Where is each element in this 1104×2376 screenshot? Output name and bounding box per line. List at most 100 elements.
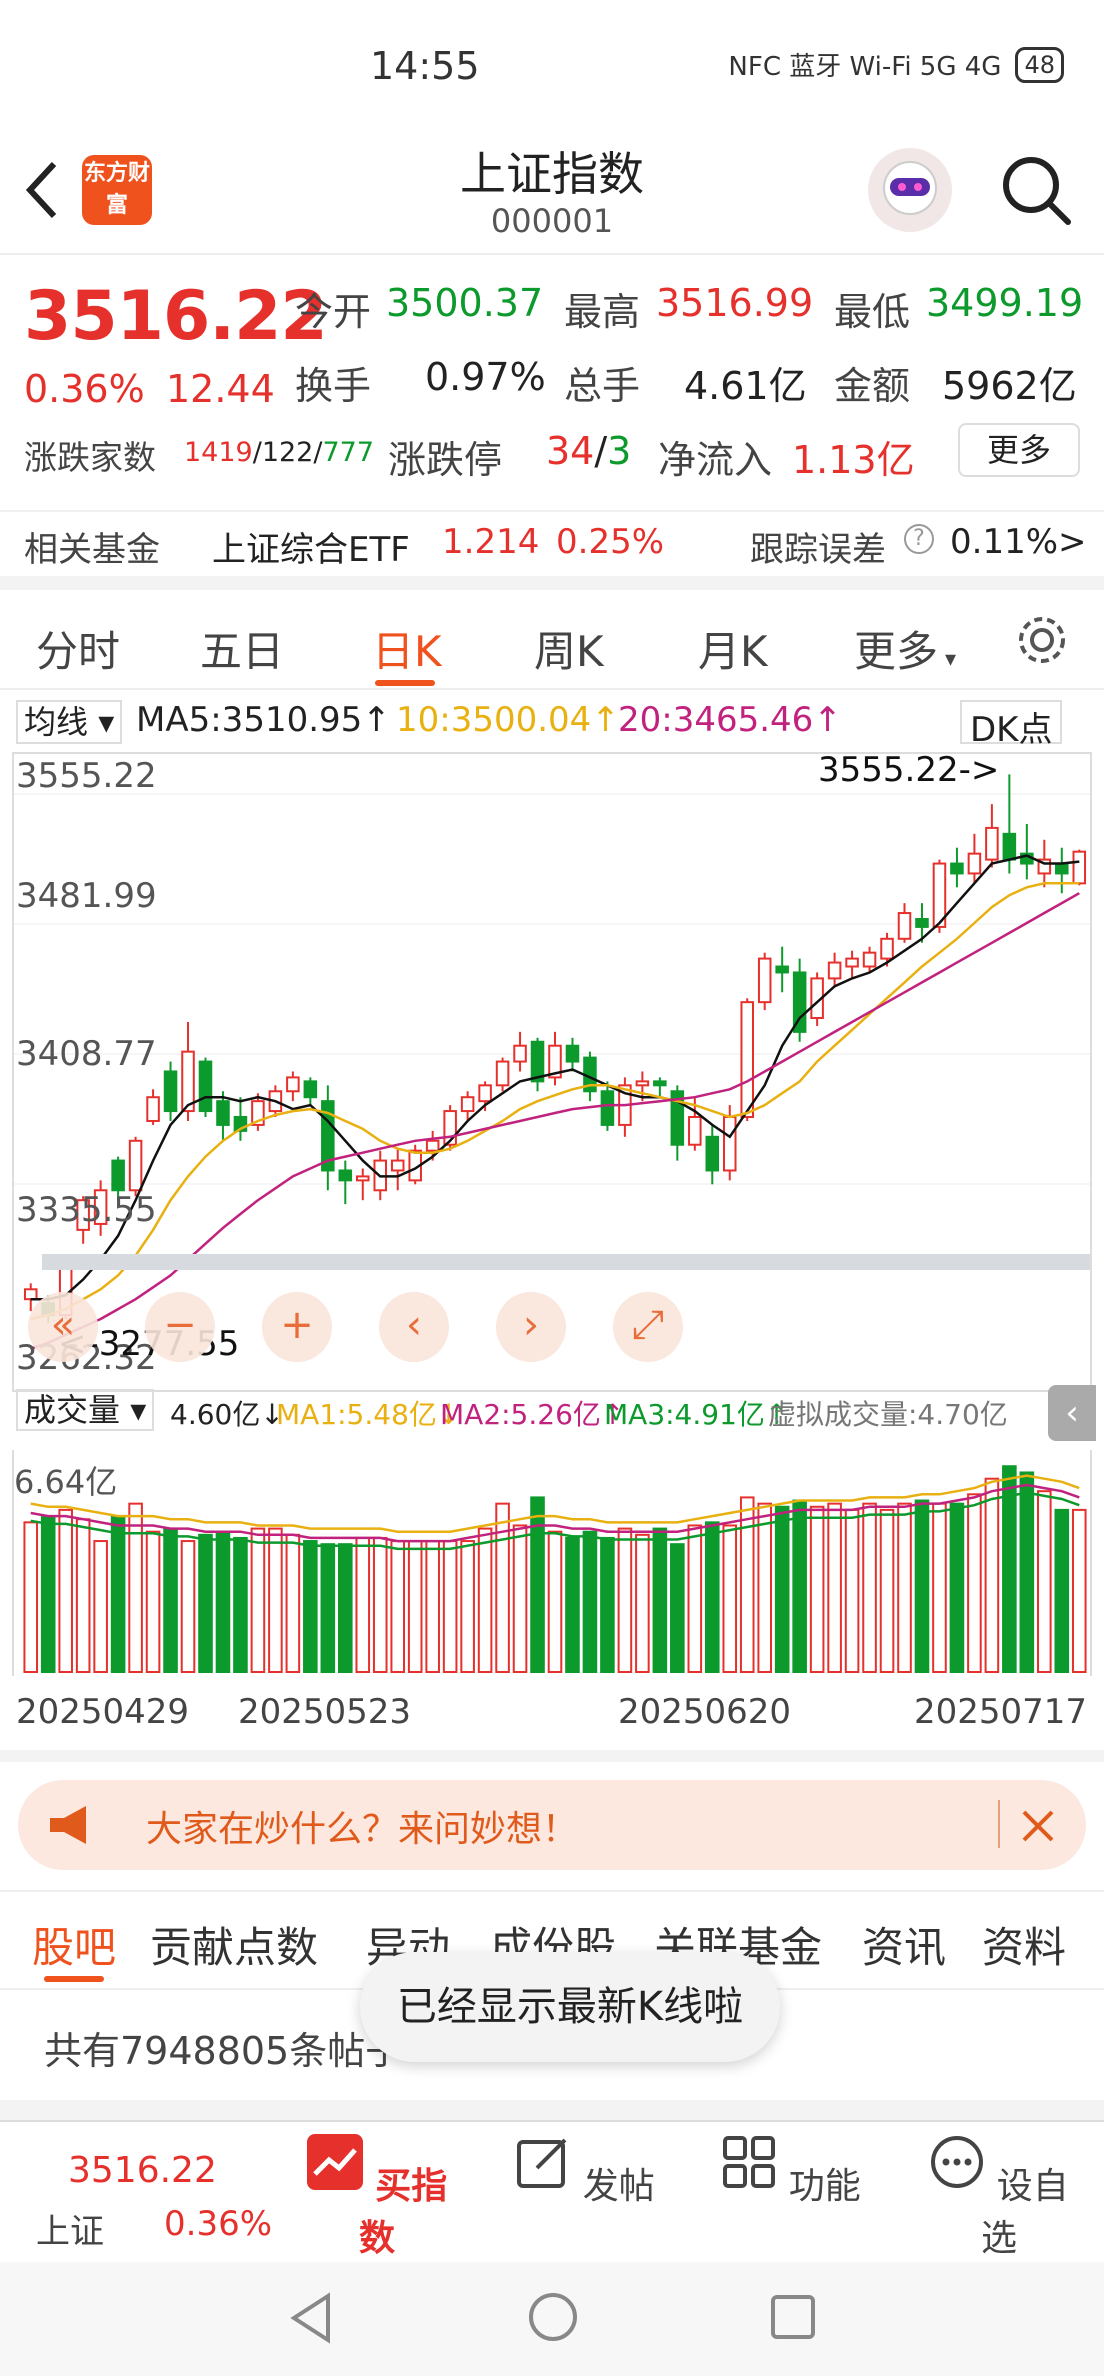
tab-daily-k[interactable]: 日K — [372, 618, 442, 679]
nav-home-icon[interactable] — [526, 2290, 580, 2344]
candle-body — [478, 1084, 492, 1103]
system-icons: NFC 蓝牙 Wi-Fi 5G 4G — [728, 52, 1002, 82]
zoom-in-icon[interactable]: + — [262, 1292, 332, 1362]
volume-bar — [163, 1527, 178, 1673]
back-icon[interactable]: « — [28, 1292, 98, 1362]
volume-bar — [215, 1530, 231, 1673]
tab-weekly-k[interactable]: 周K — [534, 618, 604, 679]
settings-gear-icon[interactable] — [1014, 612, 1070, 668]
tab-news[interactable]: 资讯 — [862, 1914, 946, 1975]
candle-body — [635, 1080, 650, 1087]
buy-index-button[interactable]: 买指数 — [302, 2134, 452, 2261]
volume-chart[interactable] — [12, 1450, 1092, 1676]
volume-bar — [704, 1521, 720, 1674]
open-value: 3500.37 — [386, 281, 544, 325]
pan-left-icon[interactable]: ‹ — [379, 1292, 449, 1362]
collapse-panel-icon[interactable]: ‹ — [1048, 1385, 1096, 1441]
inflow-value: 1.13亿 — [792, 438, 915, 482]
volume-bar — [547, 1530, 563, 1673]
nav-back-icon[interactable] — [286, 2290, 336, 2346]
close-icon[interactable] — [1018, 1806, 1058, 1846]
candle-body — [757, 957, 772, 1004]
pan-right-icon[interactable]: › — [496, 1292, 566, 1362]
amount-value: 5962亿 — [942, 364, 1077, 408]
toolbar-name: 上证 — [36, 2212, 104, 2252]
ma-select-label: 均线 — [24, 703, 89, 741]
scroll-bar[interactable] — [42, 1254, 1090, 1270]
candle-body — [600, 1090, 615, 1126]
candle-body — [740, 1001, 754, 1119]
candle-body — [565, 1044, 580, 1063]
volume-bar — [530, 1496, 545, 1674]
volume-select[interactable]: 成交量 ▾ — [16, 1389, 155, 1431]
tracking-error-value: 0.11% — [950, 522, 1059, 562]
post-button[interactable]: 发帖 — [510, 2134, 660, 2209]
candle-body — [880, 937, 894, 960]
help-icon[interactable]: ? — [904, 524, 934, 554]
more-button[interactable]: 更多 — [958, 423, 1080, 477]
change-percent: 0.36% — [24, 367, 145, 411]
tab-more-label: 更多 — [854, 627, 939, 676]
volume-bar — [617, 1527, 633, 1673]
volume-bar — [180, 1540, 196, 1673]
assistant-robot-icon[interactable] — [868, 148, 952, 232]
tab-profile[interactable]: 资料 — [982, 1914, 1066, 1975]
kline-chart[interactable]: 3555.22 3481.99 3408.77 3335.55 3262.32 … — [12, 750, 1092, 1392]
candle-body — [111, 1159, 125, 1192]
volume-bar — [93, 1540, 108, 1673]
ask-banner[interactable]: 大家在炒什么？来问妙想！ — [18, 1780, 1086, 1870]
tab-intraday[interactable]: 分时 — [36, 618, 120, 679]
ma-select[interactable]: 均线 ▾ — [16, 700, 123, 744]
candle-body — [967, 852, 982, 875]
volume-bar — [110, 1515, 126, 1673]
tab-five-day[interactable]: 五日 — [200, 618, 284, 679]
turnover-label: 换手 — [295, 364, 372, 408]
search-icon[interactable] — [998, 152, 1074, 228]
candle-body — [915, 917, 929, 928]
volume-bar — [303, 1540, 318, 1673]
volume-bar — [687, 1524, 703, 1674]
fund-pct: 0.25% — [556, 522, 665, 562]
tab-monthly-k[interactable]: 月K — [698, 618, 768, 679]
functions-label: 功能 — [788, 2166, 861, 2207]
tab-contribution[interactable]: 贡献点数 — [150, 1914, 318, 1975]
post-count: 共有7948805条帖子 — [44, 2029, 404, 2073]
tab-more[interactable]: 更多 ▾ — [854, 618, 956, 679]
volume-bar — [145, 1530, 161, 1673]
candle-body — [425, 1139, 440, 1152]
candle-body — [338, 1169, 353, 1182]
add-watchlist-button[interactable]: 设自选 — [924, 2134, 1074, 2261]
divider — [0, 2100, 1104, 2120]
volume-bar — [739, 1496, 755, 1674]
fund-label: 相关基金 — [24, 530, 160, 570]
candle-body — [1072, 850, 1087, 885]
related-fund-row[interactable]: 相关基金 上证综合ETF 1.214 0.25% 跟踪误差 ? 0.11% > — [0, 510, 1104, 590]
tab-guba[interactable]: 股吧 — [32, 1914, 116, 1975]
volume-bar — [844, 1508, 860, 1673]
breadth-up: 1419 — [184, 437, 253, 468]
buy-index-label: 买指数 — [358, 2166, 448, 2259]
toolbar-pct: 0.36% — [164, 2204, 273, 2244]
candle-body — [513, 1044, 527, 1063]
low-value: 3499.19 — [926, 281, 1084, 325]
dk-point-button[interactable]: DK点 — [960, 700, 1063, 750]
volume-bar — [827, 1502, 842, 1673]
nav-recents-icon[interactable] — [768, 2292, 818, 2342]
volume-bar — [897, 1502, 912, 1673]
date-label-3: 20250620 — [618, 1692, 792, 1732]
volume-bar — [407, 1540, 423, 1673]
zoom-out-icon[interactable]: − — [145, 1292, 215, 1362]
candle-body — [688, 1116, 702, 1146]
volume-bar — [285, 1533, 301, 1673]
max-price-label: 3555.22-> — [818, 750, 1000, 790]
chevron-right-icon[interactable]: > — [1058, 522, 1087, 562]
fullscreen-icon[interactable]: ⤢ — [613, 1292, 683, 1362]
megaphone-icon — [50, 1806, 86, 1844]
functions-button[interactable]: 功能 — [716, 2134, 866, 2209]
high-label: 最高 — [564, 290, 641, 334]
volume-bar — [792, 1499, 807, 1673]
fund-name: 上证综合ETF — [212, 530, 410, 570]
active-content-tab-indicator — [44, 1976, 104, 1982]
turnover-value: 0.97% — [425, 355, 546, 399]
high-value: 3516.99 — [656, 281, 814, 325]
